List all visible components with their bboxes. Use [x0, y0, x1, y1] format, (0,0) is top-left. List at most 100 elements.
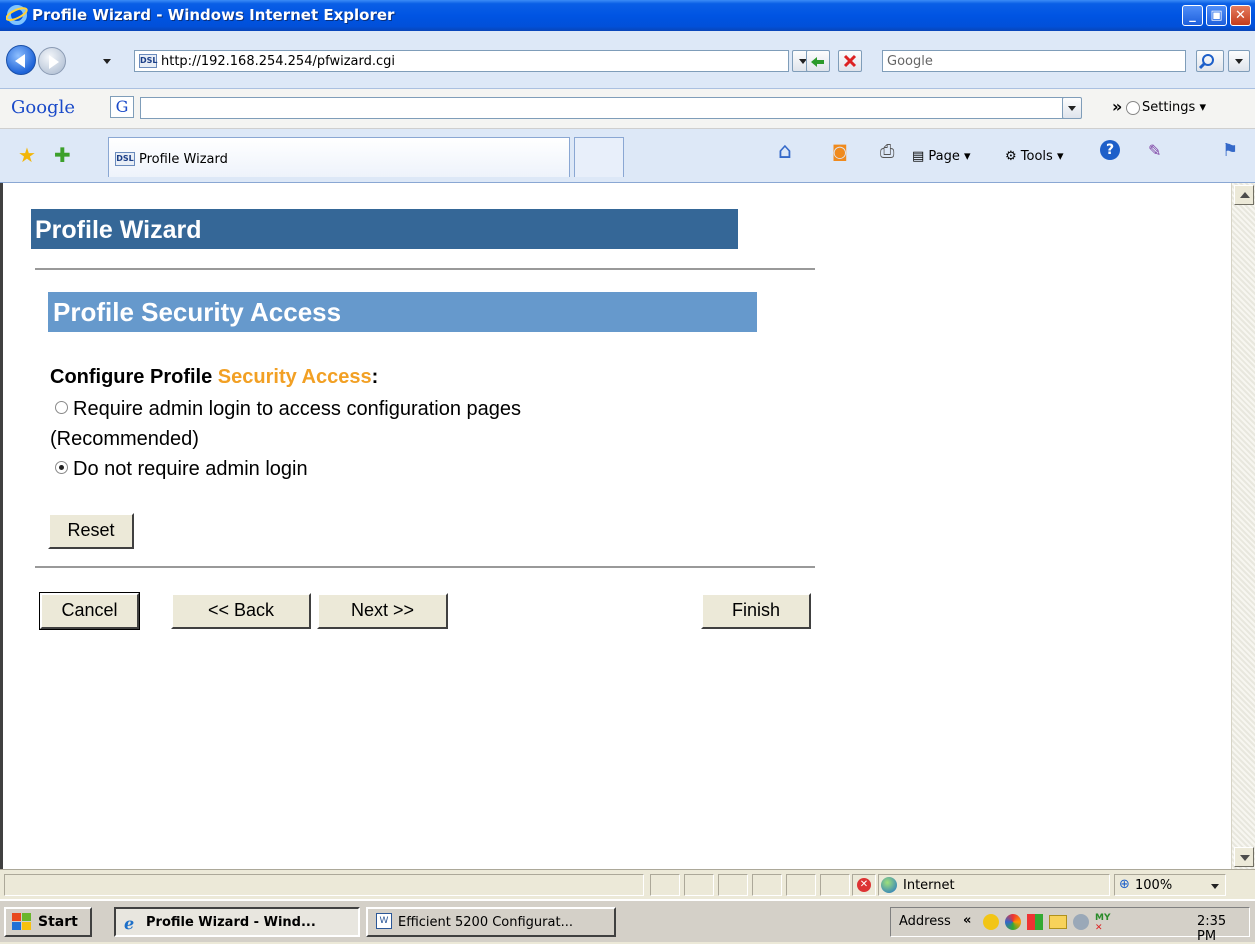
back-wizard-button[interactable]: << Back [171, 593, 311, 629]
forward-arrow-icon [49, 55, 59, 69]
home-icon[interactable]: ⌂ [778, 139, 792, 164]
taskbar: Start ℯ Profile Wizard - Wind... W Effic… [0, 899, 1255, 944]
feeds-icon[interactable]: ◙ [832, 142, 848, 161]
help-icon[interactable]: ? [1100, 140, 1120, 160]
cancel-button[interactable]: Cancel [39, 592, 140, 630]
option-no-login-label: Do not require admin login [73, 458, 308, 480]
configure-label-prefix: Configure Profile [50, 366, 218, 388]
maximize-button[interactable]: ▣ [1206, 5, 1227, 26]
tab-label: Profile Wizard [139, 152, 228, 167]
volume-icon[interactable] [1073, 914, 1089, 930]
google-g-icon[interactable]: G [110, 96, 134, 118]
status-text-cell [4, 874, 644, 896]
messenger-icon[interactable]: ⚑ [1222, 140, 1238, 161]
settings-label: Settings [1142, 100, 1196, 115]
more-tools-icon[interactable]: » [1112, 97, 1122, 116]
forward-button[interactable] [38, 47, 66, 75]
add-favorites-icon[interactable]: ✚ [54, 143, 71, 167]
zone-label: Internet [903, 878, 955, 893]
research-icon[interactable]: ✎ [1148, 141, 1161, 160]
back-arrow-icon [15, 54, 25, 68]
flag-icon[interactable] [1027, 914, 1043, 930]
window-title: Profile Wizard - Windows Internet Explor… [32, 6, 395, 24]
messenger-status-icon[interactable]: MY ✕ [1095, 913, 1110, 933]
internet-explorer-icon: ℯ [124, 914, 135, 933]
option-require-login-note: (Recommended) [50, 428, 199, 450]
print-icon[interactable]: ⎙ [880, 141, 894, 162]
windows-logo-icon [12, 913, 31, 930]
folder-icon[interactable] [1049, 915, 1067, 929]
option-require-login[interactable]: Require admin login to access configurat… [55, 398, 521, 421]
security-shield-icon[interactable] [983, 914, 999, 930]
chevron-down-icon [1211, 884, 1219, 889]
window-title-bar[interactable]: Profile Wizard - Windows Internet Explor… [0, 0, 1255, 31]
status-cell [718, 874, 748, 896]
search-options-button[interactable] [1228, 50, 1250, 72]
address-toolbar-label[interactable]: Address [899, 914, 951, 929]
configure-label-accent: Security Access [217, 366, 372, 388]
google-search-dropdown[interactable] [1062, 97, 1082, 119]
refresh-button[interactable] [806, 50, 830, 72]
internet-explorer-icon [6, 5, 28, 25]
status-cell [684, 874, 714, 896]
network-icon[interactable] [1005, 914, 1021, 930]
site-favicon-icon: DSL [115, 152, 135, 166]
reset-button[interactable]: Reset [48, 513, 134, 549]
radio-require-login[interactable] [55, 401, 68, 414]
word-document-icon: W [376, 913, 392, 929]
vertical-scrollbar[interactable] [1231, 183, 1255, 869]
globe-icon [881, 877, 897, 893]
page-viewport: Profile Wizard Profile Security Access C… [0, 183, 1255, 869]
search-button[interactable] [1196, 50, 1224, 72]
tools-menu[interactable]: ⚙ Tools ▾ [1005, 149, 1064, 164]
system-tray: Address « MY ✕ 2:35 PM [890, 907, 1250, 944]
tab-toolbar: ★ ✚ DSL Profile Wizard ⌂ ◙ ⎙ ▤ Page ▾ ⚙ … [0, 129, 1255, 183]
zoom-cell[interactable]: ⊕ 100% [1114, 874, 1226, 896]
search-input[interactable]: Google [882, 50, 1186, 72]
favorites-star-icon[interactable]: ★ [18, 143, 36, 167]
site-favicon-icon: DSL [139, 54, 158, 68]
taskbar-item-label: Profile Wizard - Wind... [146, 915, 316, 930]
configure-label: Configure Profile Security Access: [50, 366, 378, 389]
close-button[interactable]: ✕ [1230, 5, 1251, 26]
scroll-up-icon [1240, 192, 1250, 198]
taskbar-item-label: Efficient 5200 Configurat... [398, 915, 573, 930]
google-search-input[interactable] [140, 97, 1080, 119]
clock: 2:35 PM [1197, 914, 1227, 944]
next-button[interactable]: Next >> [317, 593, 448, 629]
page-menu[interactable]: ▤ Page ▾ [912, 149, 971, 164]
recent-pages-dropdown-icon[interactable] [103, 59, 111, 64]
status-cell [820, 874, 850, 896]
show-hidden-icons-icon[interactable]: « [963, 913, 971, 928]
taskbar-item-word-document[interactable]: W Efficient 5200 Configurat... [366, 907, 616, 937]
chevron-down-icon [1068, 106, 1076, 111]
refresh-icon [811, 57, 824, 67]
start-button[interactable]: Start [4, 907, 92, 937]
finish-button[interactable]: Finish [701, 593, 811, 629]
scroll-up-button[interactable] [1234, 185, 1254, 205]
protected-mode-cell[interactable]: ✕ [852, 874, 876, 896]
back-button[interactable] [6, 45, 36, 75]
option-no-login[interactable]: Do not require admin login [55, 458, 308, 481]
radio-no-login[interactable] [55, 461, 68, 474]
search-icon [1198, 54, 1214, 70]
status-cell [752, 874, 782, 896]
status-cell [786, 874, 816, 896]
page-menu-label: Page [928, 149, 960, 164]
settings-menu[interactable]: Settings ▾ [1142, 100, 1206, 115]
stop-button[interactable] [838, 50, 862, 72]
divider [35, 268, 815, 270]
status-bar: ✕ Internet ⊕ 100% [0, 869, 1255, 899]
status-cell [650, 874, 680, 896]
zone-cell[interactable]: Internet [878, 874, 1110, 896]
divider [35, 566, 815, 568]
minimize-button[interactable]: _ [1182, 5, 1203, 26]
start-label: Start [38, 914, 78, 930]
new-tab-button[interactable] [574, 137, 624, 177]
address-field[interactable]: DSL http://192.168.254.254/pfwizard.cgi [134, 50, 789, 72]
tab-profile-wizard[interactable]: DSL Profile Wizard [108, 137, 570, 177]
address-url[interactable]: http://192.168.254.254/pfwizard.cgi [161, 54, 395, 69]
taskbar-item-profile-wizard[interactable]: ℯ Profile Wizard - Wind... [114, 907, 360, 937]
scroll-down-button[interactable] [1234, 847, 1254, 867]
google-logo: Google [11, 97, 75, 118]
